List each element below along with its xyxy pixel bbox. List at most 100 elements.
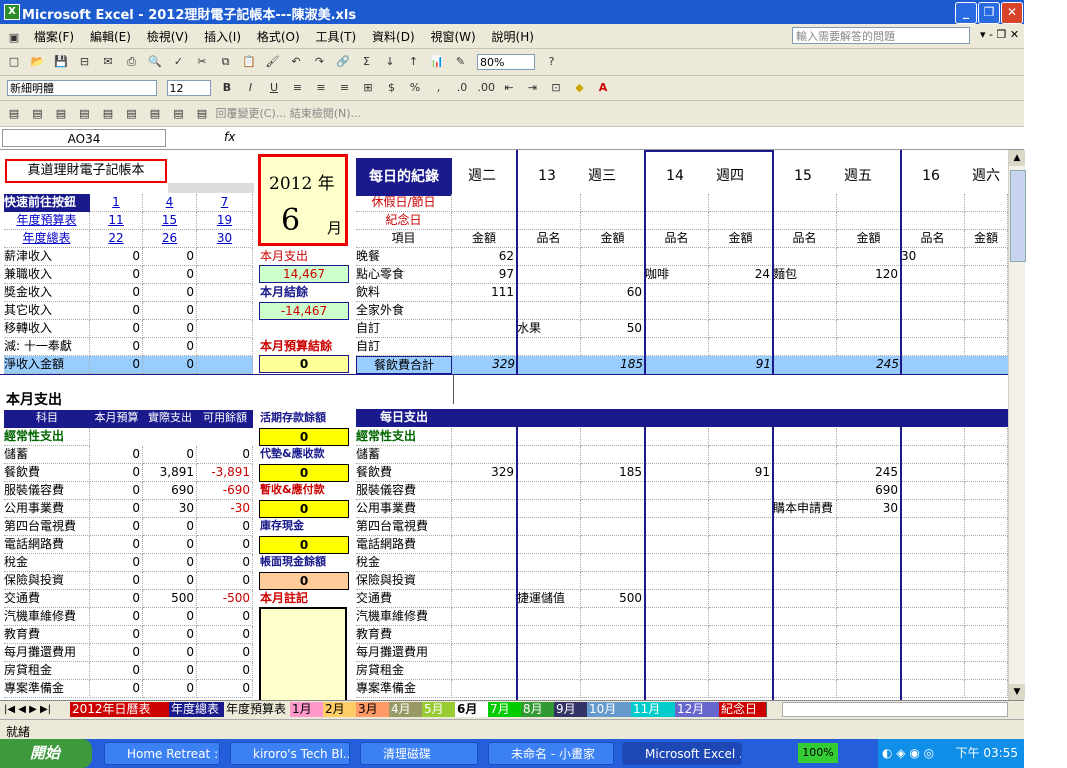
- daily-cell[interactable]: [581, 446, 645, 464]
- sheet-tab[interactable]: 8月: [521, 702, 558, 717]
- daily-cell[interactable]: [709, 626, 773, 644]
- sheet-tab[interactable]: 11月: [631, 702, 679, 717]
- meal-amount[interactable]: 97: [452, 266, 517, 284]
- tray-percentage[interactable]: 100%: [798, 743, 838, 763]
- help-icon[interactable]: ?: [544, 54, 560, 70]
- review-icon-7[interactable]: ▤: [147, 106, 163, 122]
- daily-cell[interactable]: [709, 428, 773, 446]
- daily-cell[interactable]: [517, 554, 581, 572]
- align-right-icon[interactable]: ≡: [337, 80, 353, 96]
- merge-center-icon[interactable]: ⊞: [360, 80, 376, 96]
- meal-amount[interactable]: 50: [581, 320, 645, 338]
- print-preview-icon[interactable]: 🔍: [147, 54, 163, 70]
- nav-link-4[interactable]: 4: [143, 194, 197, 212]
- menu-tools[interactable]: 工具(T): [310, 24, 363, 49]
- daily-cell[interactable]: [901, 572, 965, 590]
- daily-cell[interactable]: [901, 662, 965, 680]
- sheet-tab[interactable]: 6月: [455, 702, 492, 717]
- meal-amount[interactable]: [965, 320, 1008, 338]
- review-reply-end[interactable]: 回覆變更(C)... 結束檢閱(N)...: [216, 107, 362, 120]
- daily-cell[interactable]: [709, 446, 773, 464]
- daily-cell[interactable]: [773, 680, 837, 698]
- font-size-select[interactable]: 12: [166, 80, 211, 96]
- holiday-cell[interactable]: [581, 194, 645, 212]
- daily-cell[interactable]: [581, 572, 645, 590]
- daily-cell[interactable]: [773, 590, 837, 608]
- scroll-thumb[interactable]: [1010, 170, 1026, 262]
- sheet-tab[interactable]: 2月: [323, 702, 360, 717]
- meal-item[interactable]: [901, 320, 965, 338]
- daily-cell[interactable]: [517, 518, 581, 536]
- daily-cell[interactable]: [517, 500, 581, 518]
- meal-amount[interactable]: [837, 284, 901, 302]
- chart-wizard-icon[interactable]: 📊: [429, 54, 445, 70]
- daily-cell[interactable]: [581, 518, 645, 536]
- meal-item[interactable]: [901, 338, 965, 356]
- daily-cell[interactable]: [965, 536, 1008, 554]
- daily-cell[interactable]: [965, 428, 1008, 446]
- tab-nav-arrows[interactable]: |◀ ◀ ▶ ▶|: [2, 702, 53, 717]
- meal-item[interactable]: [645, 284, 709, 302]
- daily-cell[interactable]: [773, 536, 837, 554]
- daily-cell[interactable]: [452, 536, 517, 554]
- font-color-icon[interactable]: A: [595, 80, 611, 96]
- menu-help[interactable]: 說明(H): [486, 24, 540, 49]
- sheet-tab[interactable]: 3月: [356, 702, 393, 717]
- daily-cell[interactable]: [452, 500, 517, 518]
- meal-item[interactable]: [645, 320, 709, 338]
- daily-cell[interactable]: [709, 500, 773, 518]
- meal-amount[interactable]: [965, 248, 1008, 266]
- daily-cell[interactable]: [837, 680, 901, 698]
- daily-cell[interactable]: [517, 482, 581, 500]
- sheet-tab[interactable]: 紀念日: [719, 702, 767, 717]
- sheet-tab[interactable]: 4月: [389, 702, 426, 717]
- daily-cell[interactable]: [709, 644, 773, 662]
- restore-button[interactable]: ❐: [978, 2, 1000, 24]
- zoom-select[interactable]: 80%: [477, 54, 535, 70]
- daily-cell[interactable]: [773, 464, 837, 482]
- increase-indent-icon[interactable]: ⇥: [525, 80, 541, 96]
- daily-cell[interactable]: [645, 590, 709, 608]
- meal-item[interactable]: [773, 248, 837, 266]
- format-painter-icon[interactable]: 🖌: [265, 54, 281, 70]
- daily-cell[interactable]: [517, 644, 581, 662]
- meal-amount[interactable]: [965, 266, 1008, 284]
- meal-amount[interactable]: [837, 248, 901, 266]
- meal-item[interactable]: 30: [901, 248, 965, 266]
- daily-cell[interactable]: [965, 644, 1008, 662]
- borders-icon[interactable]: ⊡: [548, 80, 564, 96]
- daily-cell[interactable]: [581, 500, 645, 518]
- daily-cell[interactable]: [709, 572, 773, 590]
- daily-cell[interactable]: [645, 680, 709, 698]
- memorial-cell[interactable]: [965, 212, 1008, 230]
- review-icon-1[interactable]: ▤: [6, 106, 22, 122]
- sheet-tab[interactable]: 12月: [675, 702, 723, 717]
- close-button[interactable]: ✕: [1001, 2, 1023, 24]
- daily-cell[interactable]: [901, 536, 965, 554]
- meal-amount[interactable]: [709, 284, 773, 302]
- spelling-icon[interactable]: ✓: [171, 54, 187, 70]
- meal-item[interactable]: [517, 248, 581, 266]
- menu-view[interactable]: 檢視(V): [141, 24, 195, 49]
- daily-cell[interactable]: [773, 626, 837, 644]
- meal-amount[interactable]: [452, 302, 517, 320]
- meal-amount[interactable]: [965, 284, 1008, 302]
- meal-amount[interactable]: [965, 302, 1008, 320]
- meal-item[interactable]: [901, 284, 965, 302]
- daily-cell[interactable]: [837, 572, 901, 590]
- daily-cell[interactable]: [645, 536, 709, 554]
- daily-cell[interactable]: [901, 482, 965, 500]
- nav-budget-table[interactable]: 年度預算表: [4, 212, 90, 230]
- daily-cell[interactable]: [581, 608, 645, 626]
- review-icon-4[interactable]: ▤: [77, 106, 93, 122]
- daily-cell[interactable]: [901, 680, 965, 698]
- meal-amount[interactable]: [452, 320, 517, 338]
- daily-cell[interactable]: [452, 428, 517, 446]
- daily-cell[interactable]: [709, 680, 773, 698]
- meal-amount[interactable]: [581, 302, 645, 320]
- daily-cell[interactable]: [452, 590, 517, 608]
- daily-cell[interactable]: [452, 662, 517, 680]
- meal-amount[interactable]: [709, 338, 773, 356]
- minimize-button[interactable]: _: [955, 2, 977, 24]
- hyperlink-icon[interactable]: 🔗: [335, 54, 351, 70]
